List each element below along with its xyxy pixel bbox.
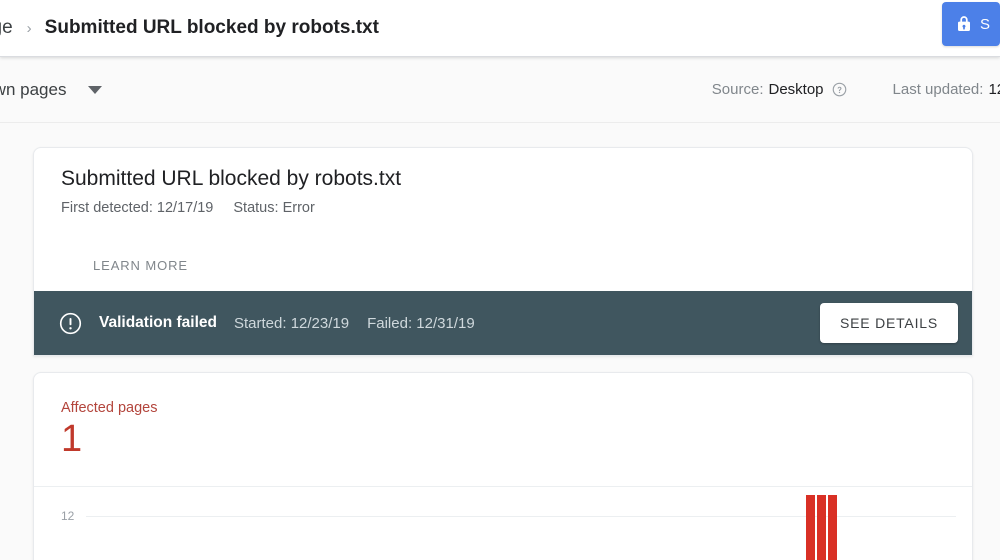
chart-bar (828, 495, 837, 560)
lock-button[interactable]: S (941, 2, 1000, 46)
known-pages-filter-select[interactable]: ll known pages (0, 79, 103, 100)
breadcrumb-separator-icon: › (26, 19, 32, 37)
breadcrumb: overage › Submitted URL blocked by robot… (0, 17, 379, 39)
page-title: Submitted URL blocked by robots.txt (44, 17, 379, 38)
source-value: Desktop (768, 81, 824, 98)
issue-meta: First detected: 12/17/19 Status: Error (34, 191, 972, 216)
page-header: overage › Submitted URL blocked by robot… (0, 0, 1000, 57)
validation-started-value: 12/23/19 (290, 314, 350, 332)
lock-button-label: S (979, 15, 990, 33)
first-detected-value: 12/17/19 (156, 200, 214, 216)
last-updated-label: Last updated: (892, 81, 984, 98)
affected-pages-value: 1 (61, 418, 83, 460)
affected-pages-chart: 12 (34, 487, 972, 560)
affected-pages-card: Affected pages 1 12 (33, 372, 973, 560)
affected-pages-label: Affected pages (61, 400, 158, 416)
chart-bars (86, 495, 956, 560)
see-details-button[interactable]: SEE DETAILS (819, 303, 958, 343)
status-label: Status: (233, 200, 279, 216)
issue-status: Status: Error (233, 200, 314, 216)
chart-y-tick-label: 12 (61, 509, 75, 523)
last-updated-meta: Last updated: 12/30 (893, 81, 1000, 98)
validation-status: Validation failed (99, 314, 217, 331)
validation-started-label: Started: (234, 314, 287, 332)
issue-title: Submitted URL blocked by robots.txt (61, 167, 402, 190)
toolbar-meta: Source: Desktop Last updated: 12/30 (712, 81, 1000, 98)
search-console-coverage-page: overage › Submitted URL blocked by robot… (0, 0, 1000, 560)
help-circle-icon[interactable] (832, 82, 847, 97)
filter-toolbar: ll known pages Source: Desktop Last upda… (0, 57, 1000, 123)
error-exclamation-icon (59, 312, 82, 335)
lock-icon (954, 13, 974, 35)
validation-failed-label: Failed: (367, 314, 413, 332)
validation-failed-banner: Validation failed Started: 12/23/19 Fail… (34, 291, 972, 355)
chevron-down-icon (88, 85, 103, 94)
source-meta: Source: Desktop (712, 81, 847, 98)
validation-started: Started: 12/23/19 (234, 315, 349, 332)
learn-more-link[interactable]: LEARN MORE (93, 258, 188, 273)
first-detected-label: First detected: (61, 200, 153, 216)
header-actions: S (941, 2, 1000, 46)
issue-detail-card: Submitted URL blocked by robots.txt Firs… (33, 147, 973, 356)
last-updated-value: 12/30 (988, 81, 1000, 98)
validation-failed-value: 12/31/19 (416, 314, 475, 332)
source-label: Source: (711, 81, 764, 98)
first-detected: First detected: 12/17/19 (61, 200, 217, 216)
validation-failed: Failed: 12/31/19 (367, 315, 475, 332)
breadcrumb-parent-coverage[interactable]: overage (0, 17, 13, 39)
chart-bar (806, 495, 815, 560)
chart-bar (817, 495, 826, 560)
status-value: Error (282, 200, 315, 216)
known-pages-filter-label: ll known pages (0, 79, 67, 99)
